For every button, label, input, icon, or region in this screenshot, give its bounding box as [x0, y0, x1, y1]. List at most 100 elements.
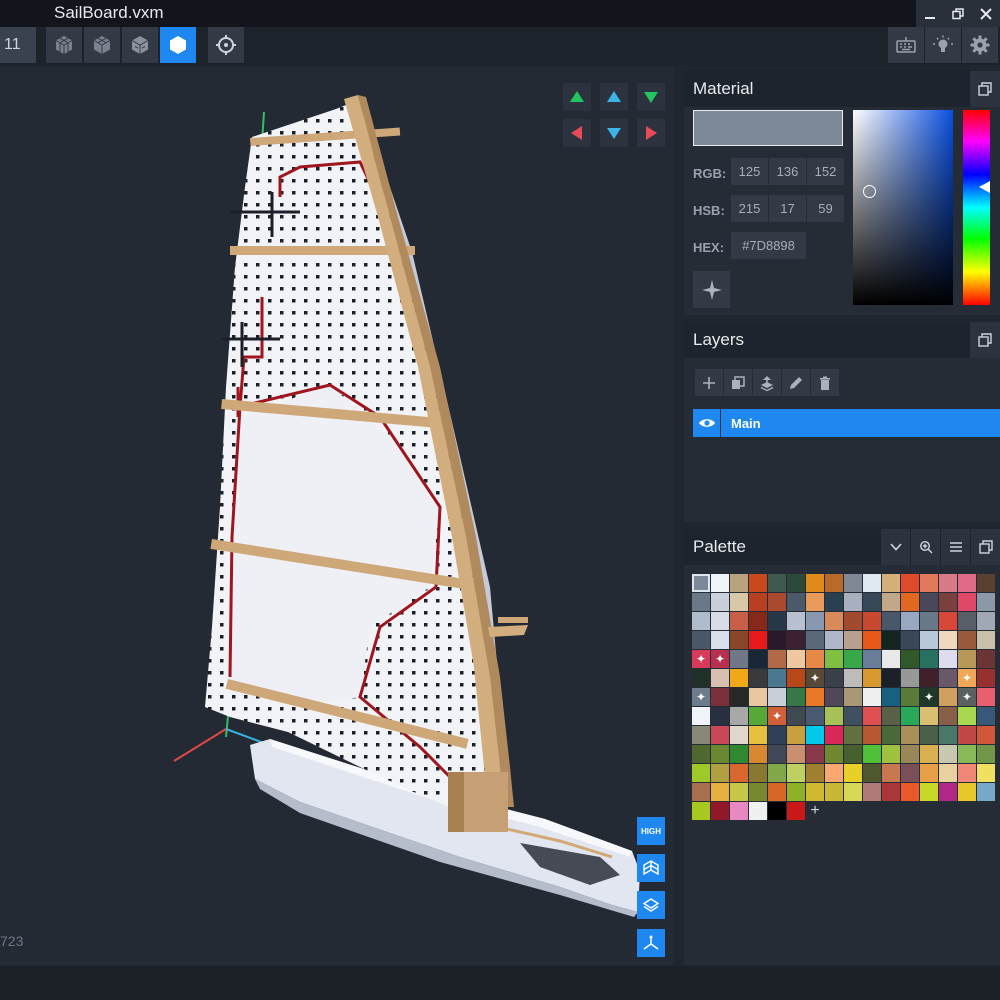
palette-swatch[interactable] — [863, 574, 881, 592]
palette-swatch[interactable] — [958, 650, 976, 668]
palette-swatch[interactable] — [787, 764, 805, 782]
saturation-brightness-picker[interactable] — [853, 110, 953, 305]
layer-row-main[interactable]: Main — [693, 409, 1000, 437]
palette-swatch[interactable] — [692, 707, 710, 725]
palette-swatch[interactable] — [901, 669, 919, 687]
render-quality-button[interactable]: HIGH — [637, 817, 665, 845]
palette-menu-button[interactable] — [941, 529, 970, 565]
hsb-hue-field[interactable]: 215 — [731, 195, 768, 222]
palette-swatch[interactable] — [844, 688, 862, 706]
palette-swatch[interactable] — [692, 612, 710, 630]
palette-swatch[interactable] — [749, 745, 767, 763]
palette-swatch[interactable] — [882, 669, 900, 687]
palette-swatch[interactable] — [711, 726, 729, 744]
palette-swatch[interactable] — [730, 593, 748, 611]
palette-swatch[interactable] — [901, 726, 919, 744]
palette-swatch[interactable] — [768, 574, 786, 592]
color-picker-cursor[interactable] — [863, 185, 876, 198]
palette-swatch[interactable] — [692, 631, 710, 649]
palette-swatch[interactable] — [901, 688, 919, 706]
palette-swatch[interactable] — [730, 612, 748, 630]
palette-swatch[interactable] — [863, 726, 881, 744]
palette-swatch[interactable]: ✦ — [711, 650, 729, 668]
palette-swatch[interactable] — [939, 707, 957, 725]
palette-swatch[interactable] — [939, 783, 957, 801]
palette-swatch[interactable] — [977, 688, 995, 706]
palette-swatch[interactable] — [749, 593, 767, 611]
palette-swatch[interactable] — [958, 745, 976, 763]
palette-swatch[interactable] — [806, 688, 824, 706]
palette-swatch[interactable] — [825, 669, 843, 687]
palette-swatch[interactable] — [806, 650, 824, 668]
palette-swatch[interactable] — [768, 650, 786, 668]
palette-swatch[interactable] — [711, 688, 729, 706]
palette-swatch[interactable] — [711, 593, 729, 611]
palette-swatch[interactable] — [825, 688, 843, 706]
palette-swatch[interactable] — [806, 726, 824, 744]
hsb-saturation-field[interactable]: 17 — [769, 195, 806, 222]
palette-swatch[interactable] — [882, 688, 900, 706]
palette-swatch[interactable] — [787, 688, 805, 706]
palette-swatch[interactable] — [977, 764, 995, 782]
palette-swatch[interactable] — [825, 783, 843, 801]
palette-swatch[interactable] — [977, 726, 995, 744]
palette-swatch[interactable] — [787, 802, 805, 820]
palette-swatch[interactable] — [920, 669, 938, 687]
palette-swatch[interactable] — [749, 764, 767, 782]
palette-swatch[interactable] — [768, 783, 786, 801]
palette-swatch[interactable] — [749, 650, 767, 668]
palette-swatch[interactable] — [882, 574, 900, 592]
palette-swatch[interactable] — [901, 612, 919, 630]
palette-swatch[interactable] — [939, 669, 957, 687]
palette-swatch[interactable] — [787, 631, 805, 649]
palette-swatch[interactable] — [806, 631, 824, 649]
palette-swatch[interactable] — [844, 745, 862, 763]
palette-swatch[interactable] — [844, 707, 862, 725]
palette-swatch[interactable] — [692, 783, 710, 801]
palette-swatch[interactable] — [806, 707, 824, 725]
palette-swatch[interactable] — [825, 707, 843, 725]
palette-swatch[interactable] — [730, 802, 748, 820]
nav-right-button[interactable] — [637, 119, 665, 147]
palette-swatch[interactable] — [730, 631, 748, 649]
palette-swatch[interactable] — [844, 726, 862, 744]
palette-swatch[interactable] — [958, 707, 976, 725]
palette-swatch[interactable] — [825, 764, 843, 782]
palette-swatch[interactable] — [844, 650, 862, 668]
palette-swatch[interactable] — [825, 612, 843, 630]
palette-swatch[interactable] — [692, 669, 710, 687]
palette-swatch[interactable] — [882, 764, 900, 782]
palette-swatch[interactable] — [806, 612, 824, 630]
target-button[interactable] — [208, 27, 244, 63]
palette-swatch[interactable]: ✦ — [958, 669, 976, 687]
palette-swatch[interactable] — [939, 764, 957, 782]
palette-swatch[interactable] — [749, 612, 767, 630]
palette-swatch[interactable] — [939, 612, 957, 630]
palette-swatch[interactable] — [749, 783, 767, 801]
palette-swatch[interactable] — [939, 745, 957, 763]
palette-swatch[interactable] — [825, 574, 843, 592]
palette-swatch[interactable] — [882, 631, 900, 649]
palette-swatch[interactable] — [863, 612, 881, 630]
ground-plane-button[interactable] — [637, 891, 665, 919]
nav-up-blue-button[interactable] — [600, 83, 628, 111]
nav-up-green-button[interactable] — [563, 83, 591, 111]
close-icon[interactable] — [972, 0, 1000, 27]
palette-swatch[interactable] — [730, 783, 748, 801]
palette-swatch[interactable] — [730, 669, 748, 687]
hue-slider[interactable] — [963, 110, 990, 305]
palette-swatch[interactable] — [730, 650, 748, 668]
palette-swatch[interactable] — [920, 612, 938, 630]
palette-swatch[interactable] — [844, 764, 862, 782]
palette-swatch[interactable] — [920, 745, 938, 763]
palette-swatch[interactable] — [692, 745, 710, 763]
palette-swatch[interactable] — [920, 707, 938, 725]
palette-swatch[interactable] — [825, 593, 843, 611]
restore-icon[interactable] — [944, 0, 972, 27]
palette-swatch[interactable] — [844, 574, 862, 592]
palette-swatch[interactable] — [920, 631, 938, 649]
palette-swatch[interactable] — [768, 688, 786, 706]
palette-swatch[interactable] — [958, 612, 976, 630]
palette-swatch[interactable] — [844, 783, 862, 801]
palette-swatch[interactable] — [749, 688, 767, 706]
